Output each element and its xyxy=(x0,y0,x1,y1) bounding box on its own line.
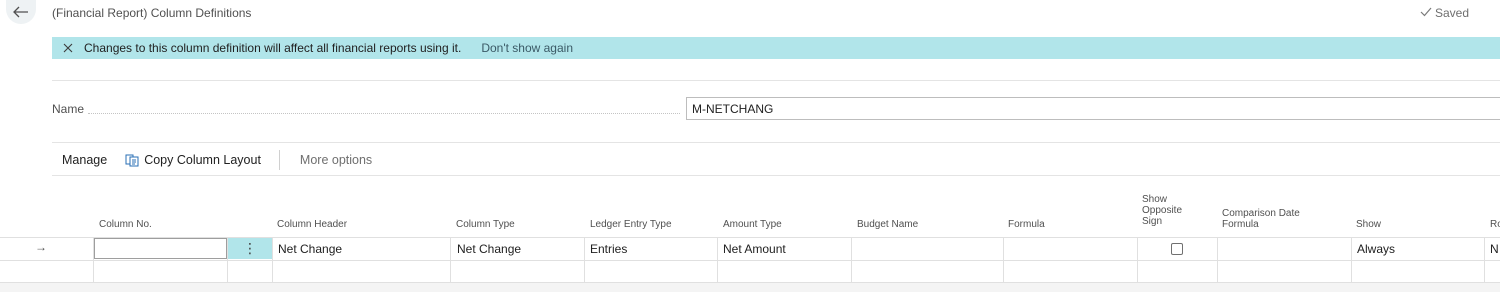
cell-column-type[interactable]: Net Change xyxy=(457,242,521,256)
name-leader-dots xyxy=(88,113,680,114)
cell-ledger-entry-type[interactable]: Entries xyxy=(590,242,627,256)
divider xyxy=(52,175,1500,176)
grid-line xyxy=(584,237,585,283)
grid-line xyxy=(450,237,451,283)
more-options-button[interactable]: More options xyxy=(300,153,372,167)
grid-line xyxy=(0,260,1500,261)
show-opposite-sign-checkbox[interactable] xyxy=(1171,243,1183,255)
footer-band xyxy=(0,283,1500,292)
action-bar: Manage Copy Column Layout More options xyxy=(52,149,372,171)
action-separator xyxy=(278,150,280,170)
banner-message: Changes to this column definition will a… xyxy=(84,41,462,55)
header-comparison-date-formula-line: Formula xyxy=(1222,219,1259,230)
divider xyxy=(52,80,1500,81)
header-budget-name[interactable]: Budget Name xyxy=(857,219,918,230)
copy-layout-icon xyxy=(125,154,139,166)
grid-line xyxy=(1217,237,1218,283)
grid-line xyxy=(717,237,718,283)
header-comparison-date-formula[interactable]: Comparison Date Formula xyxy=(1222,208,1300,230)
header-show-opposite-sign-line: Opposite xyxy=(1142,205,1183,216)
header-show-opposite-sign[interactable]: Show Opposite Sign xyxy=(1142,194,1182,227)
arrow-left-icon xyxy=(13,6,29,18)
name-input[interactable] xyxy=(686,97,1500,120)
header-rounding[interactable]: Ro xyxy=(1490,219,1500,230)
header-formula[interactable]: Formula xyxy=(1008,219,1045,230)
header-show-opposite-sign-line: Sign xyxy=(1142,216,1163,227)
checkmark-icon xyxy=(1420,6,1432,20)
info-banner: Changes to this column definition will a… xyxy=(52,37,1500,59)
header-column-header[interactable]: Column Header xyxy=(277,219,347,230)
name-label: Name xyxy=(52,102,85,116)
header-column-no[interactable]: Column No. xyxy=(99,219,152,230)
cell-amount-type[interactable]: Net Amount xyxy=(723,242,786,256)
grid-line xyxy=(1484,237,1485,283)
close-icon xyxy=(63,43,73,53)
cell-rounding[interactable]: N xyxy=(1490,242,1499,256)
saved-label: Saved xyxy=(1435,6,1470,20)
column-no-input[interactable] xyxy=(94,238,227,259)
page-title: (Financial Report) Column Definitions xyxy=(52,6,252,20)
grid-line xyxy=(851,237,852,283)
header-show[interactable]: Show xyxy=(1356,219,1381,230)
header-ledger-entry-type[interactable]: Ledger Entry Type xyxy=(590,219,672,230)
manage-button[interactable]: Manage xyxy=(62,153,107,167)
header-column-type[interactable]: Column Type xyxy=(456,219,515,230)
grid-line xyxy=(1351,237,1352,283)
cell-show[interactable]: Always xyxy=(1357,242,1395,256)
copy-column-layout-label: Copy Column Layout xyxy=(144,153,261,167)
grid-line xyxy=(272,237,273,283)
close-banner-button[interactable] xyxy=(52,37,84,59)
grid-line xyxy=(1137,237,1138,283)
vertical-ellipsis-icon: ⋮ xyxy=(243,240,257,256)
header-show-opposite-sign-line: Show xyxy=(1142,194,1168,205)
current-row-arrow-icon: → xyxy=(35,240,47,254)
saved-status: Saved xyxy=(1420,6,1469,20)
header-comparison-date-formula-line: Comparison Date xyxy=(1222,208,1300,219)
back-button[interactable] xyxy=(6,0,36,24)
grid-line xyxy=(1003,237,1004,283)
copy-column-layout-button[interactable]: Copy Column Layout xyxy=(125,153,261,167)
cell-column-header[interactable]: Net Change xyxy=(278,242,342,256)
divider xyxy=(52,142,1500,143)
row-actions-button[interactable]: ⋮ xyxy=(228,238,272,259)
dont-show-again-link[interactable]: Don't show again xyxy=(481,41,573,55)
header-amount-type[interactable]: Amount Type xyxy=(723,219,782,230)
